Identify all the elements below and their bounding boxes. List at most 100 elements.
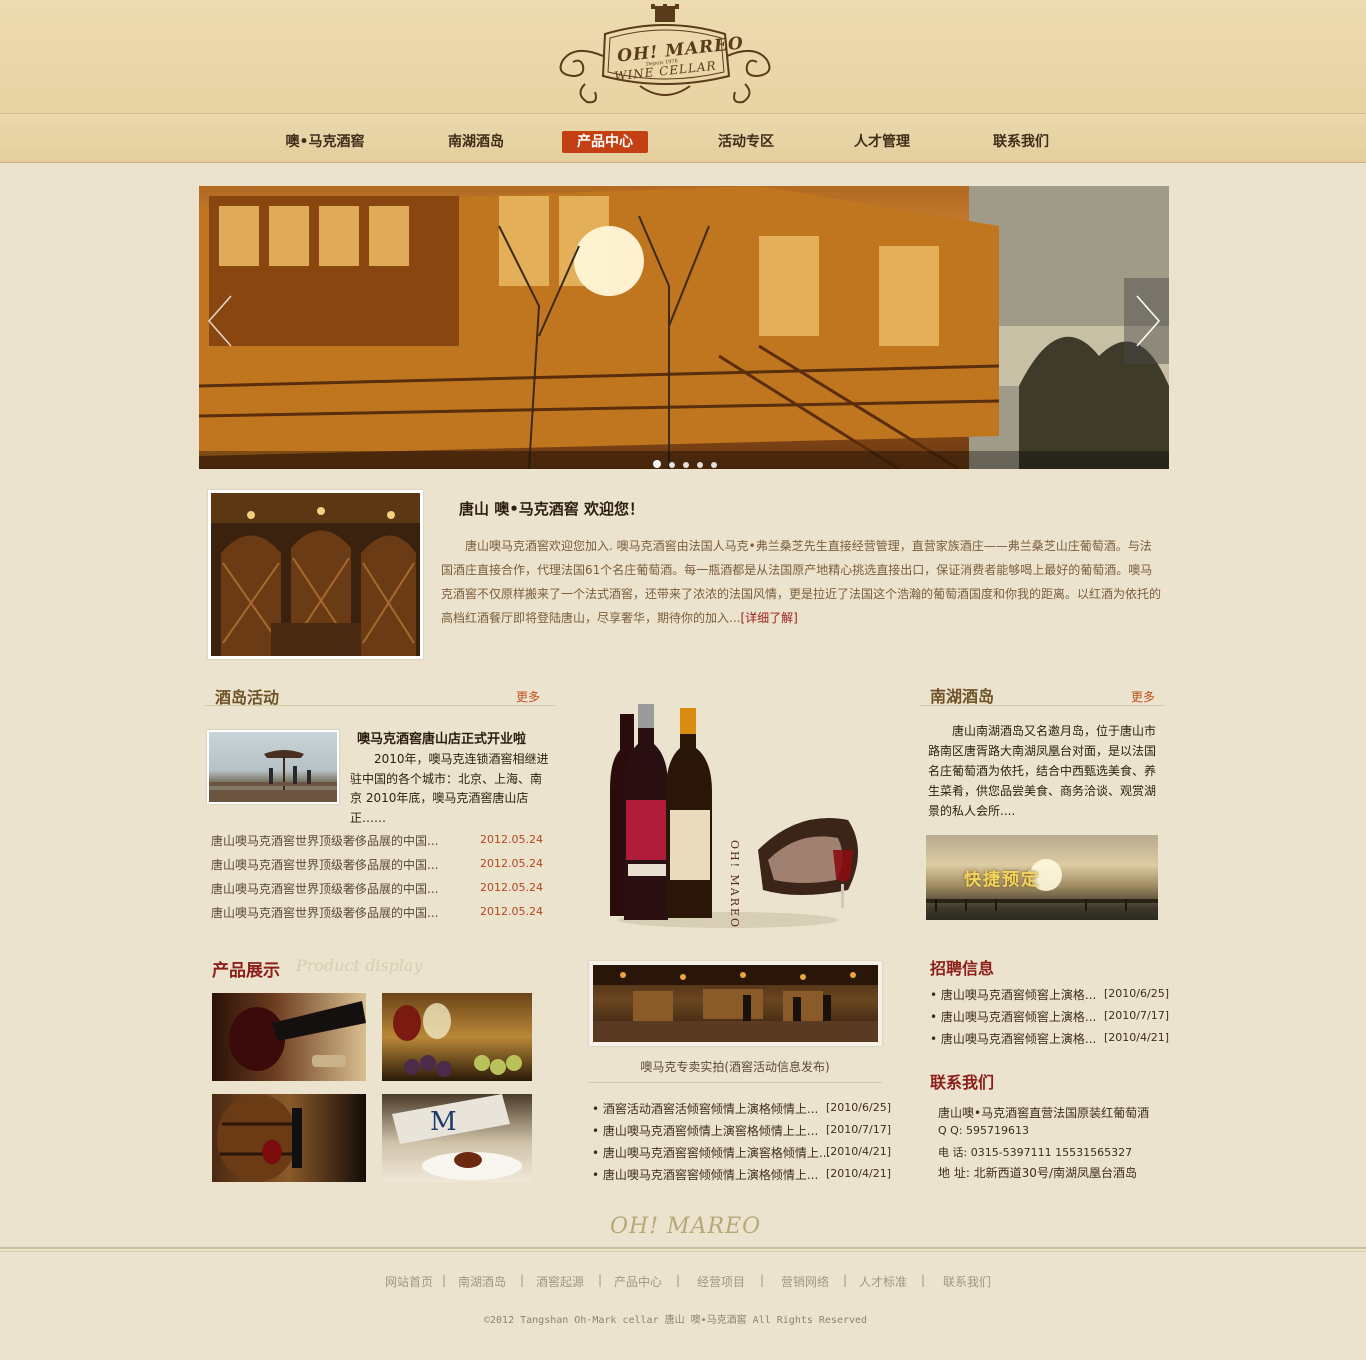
nav-item-contact[interactable]: 联系我们	[989, 131, 1053, 153]
nav-item-products[interactable]: 产品中心	[562, 131, 648, 153]
footer-link-contact[interactable]: 联系我们	[943, 1273, 991, 1290]
nav-item-home[interactable]: 噢•马克酒窖	[282, 131, 368, 153]
jobs-list-date: [2010/4/21]	[1104, 1031, 1169, 1044]
nanhu-more-link[interactable]: 更多	[1131, 688, 1155, 705]
footer-logo: OH! MAREO	[610, 1214, 762, 1239]
nav-item-talent[interactable]: 人才管理	[850, 131, 914, 153]
quick-booking-banner[interactable]: 快捷预定	[926, 835, 1158, 920]
footer-link-home[interactable]: 网站首页	[385, 1273, 433, 1290]
products-subtitle: Product display	[296, 956, 423, 975]
center-list-item[interactable]: • 酒窖活动酒窖活倾窖倾情上演格倾情上...	[592, 1100, 818, 1117]
center-list-text: 酒窖活动酒窖活倾窖倾情上演格倾情上...	[602, 1102, 819, 1116]
banner-house-image	[199, 186, 1169, 469]
activity-list-item[interactable]: 唐山噢马克酒窖世界顶级奢侈品展的中国...	[211, 856, 438, 873]
contact-qq: Q Q: 595719613	[938, 1124, 1030, 1137]
nanhu-divider	[920, 705, 1165, 706]
footer-link-business[interactable]: 经营项目	[697, 1273, 745, 1290]
main-nav: 噢•马克酒窖 南湖酒岛 产品中心 活动专区 人才管理 联系我们	[0, 114, 1366, 163]
footer-separator: |	[442, 1273, 447, 1287]
center-list-date: [2010/7/17]	[826, 1123, 891, 1136]
chevron-left-icon	[208, 295, 232, 347]
activity-list-item[interactable]: 唐山噢马克酒窖世界顶级奢侈品展的中国...	[211, 904, 438, 921]
product-image-barrel[interactable]	[212, 1094, 366, 1182]
nav-item-activities[interactable]: 活动专区	[714, 131, 778, 153]
restaurant-caption[interactable]: 噢马克专卖实拍(酒窖活动信息发布)	[590, 1058, 880, 1075]
welcome-more-link[interactable]: [详细了解]	[740, 611, 797, 625]
jobs-list-text: 唐山噢马克酒窖倾窖上演格...	[940, 1032, 1097, 1046]
products-title: 产品展示	[212, 961, 280, 981]
site-logo[interactable]: OH! MAREO Depuis 1978 WINE CELLAR	[545, 4, 785, 110]
jobs-list-text: 唐山噢马克酒窖倾窖上演格...	[940, 988, 1097, 1002]
center-list-item[interactable]: • 唐山噢马克酒窖倾情上演窖格倾情上上...	[592, 1122, 818, 1139]
footer-link-nanhu[interactable]: 南湖酒岛	[458, 1273, 506, 1290]
banner-dot-1[interactable]	[653, 460, 661, 468]
activity-divider	[205, 705, 555, 706]
product-image-grapes[interactable]	[382, 993, 532, 1081]
jobs-list-date: [2010/6/25]	[1104, 987, 1169, 1000]
footer-separator: |	[760, 1273, 765, 1287]
jobs-list-date: [2010/7/17]	[1104, 1009, 1169, 1022]
svg-text:M: M	[430, 1107, 457, 1137]
footer-separator: |	[676, 1273, 681, 1287]
brand-vertical-text: OH! MAREO	[728, 840, 741, 930]
footer-separator: |	[598, 1273, 603, 1287]
activity-list-date: 2012.05.24	[480, 905, 543, 918]
wine-cellar-photo	[208, 490, 423, 659]
hero-banner[interactable]	[199, 186, 1169, 469]
jobs-title: 招聘信息	[930, 959, 995, 978]
wine-bottles-showcase: OH! MAREO	[598, 700, 878, 932]
banner-dot-5[interactable]	[711, 462, 717, 468]
header: OH! MAREO Depuis 1978 WINE CELLAR	[0, 0, 1366, 114]
jobs-list-item[interactable]: • 唐山噢马克酒窖倾窖上演格...	[930, 1030, 1096, 1047]
contact-title: 联系我们	[930, 1073, 995, 1092]
news-thumbnail[interactable]	[207, 730, 339, 804]
contact-address: 地 址: 北新西道30号/南湖凤凰台酒岛	[938, 1166, 1137, 1180]
center-list-item[interactable]: • 唐山噢马克酒窖窖倾倾情上演格倾情上...	[592, 1166, 818, 1183]
footer-separator: |	[843, 1273, 848, 1287]
activity-list-date: 2012.05.24	[480, 833, 543, 846]
banner-next-button[interactable]	[1124, 278, 1169, 364]
banner-pagination	[653, 457, 725, 468]
copyright-text: ©2012 Tangshan Oh·Mark cellar 唐山 噢•马克酒窖 …	[484, 1315, 868, 1326]
quick-booking-label: 快捷预定	[964, 870, 1040, 890]
product-image-wine-glass[interactable]	[212, 993, 366, 1081]
activity-list-date: 2012.05.24	[480, 881, 543, 894]
activity-list-item[interactable]: 唐山噢马克酒窖世界顶级奢侈品展的中国...	[211, 832, 438, 849]
center-list-text: 唐山噢马克酒窖窖倾倾情上演窖格倾情上...	[602, 1146, 831, 1160]
contact-phone: 电 话: 0315-5397111 15531565327	[938, 1146, 1133, 1159]
center-list-date: [2010/4/21]	[826, 1145, 891, 1158]
activity-list-item[interactable]: 唐山噢马克酒窖世界顶级奢侈品展的中国...	[211, 880, 438, 897]
activity-more-link[interactable]: 更多	[516, 688, 540, 705]
banner-dot-4[interactable]	[697, 462, 703, 468]
footer-link-network[interactable]: 营销网络	[781, 1273, 829, 1290]
restaurant-photo[interactable]	[589, 961, 882, 1046]
news-summary: 2010年，噢马克连锁酒窖相继进驻中国的各个城市：北京、上海、南京 2010年底…	[350, 752, 549, 825]
jobs-list-item[interactable]: • 唐山噢马克酒窖倾窖上演格...	[930, 986, 1096, 1003]
center-list-item[interactable]: • 唐山噢马克酒窖窖倾倾情上演窖格倾情上...	[592, 1144, 830, 1161]
banner-prev-button[interactable]	[199, 278, 244, 364]
footer-link-talent[interactable]: 人才标准	[859, 1273, 907, 1290]
welcome-title: 唐山 噢•马克酒窖 欢迎您！	[459, 500, 645, 518]
contact-company: 唐山噢•马克酒窖直营法国原装红葡萄酒	[938, 1106, 1150, 1120]
banner-dot-3[interactable]	[683, 462, 689, 468]
center-divider	[588, 1082, 882, 1083]
welcome-text: 唐山噢马克酒窖欢迎您加入. 噢马克酒窖由法国人马克•弗兰桑芝先生直接经营管理，直…	[441, 534, 1161, 630]
center-list-date: [2010/6/25]	[826, 1101, 891, 1114]
footer-separator: |	[520, 1273, 525, 1287]
nanhu-title: 南湖酒岛	[930, 687, 995, 706]
footer-link-products[interactable]: 产品中心	[614, 1273, 662, 1290]
footer-divider	[0, 1247, 1366, 1252]
news-headline[interactable]: 噢马克酒窖唐山店正式开业啦	[357, 728, 526, 747]
banner-dot-2[interactable]	[669, 462, 675, 468]
footer-link-origin[interactable]: 酒窖起源	[536, 1273, 584, 1290]
nanhu-text: 唐山南湖酒岛又名邀月岛，位于唐山市路南区唐胥路大南湖凤凰台对面，是以法国名庄葡萄…	[928, 724, 1157, 818]
nav-item-nanhu[interactable]: 南湖酒岛	[444, 131, 508, 153]
chevron-right-icon	[1136, 295, 1160, 347]
center-list-date: [2010/4/21]	[826, 1167, 891, 1180]
center-list-text: 唐山噢马克酒窖窖倾倾情上演格倾情上...	[602, 1168, 819, 1182]
jobs-list-item[interactable]: • 唐山噢马克酒窖倾窖上演格...	[930, 1008, 1096, 1025]
product-image-dessert[interactable]: M	[382, 1094, 532, 1182]
welcome-body: 唐山噢马克酒窖欢迎您加入. 噢马克酒窖由法国人马克•弗兰桑芝先生直接经营管理，直…	[441, 539, 1162, 625]
activity-list-date: 2012.05.24	[480, 857, 543, 870]
jobs-list-text: 唐山噢马克酒窖倾窖上演格...	[940, 1010, 1097, 1024]
